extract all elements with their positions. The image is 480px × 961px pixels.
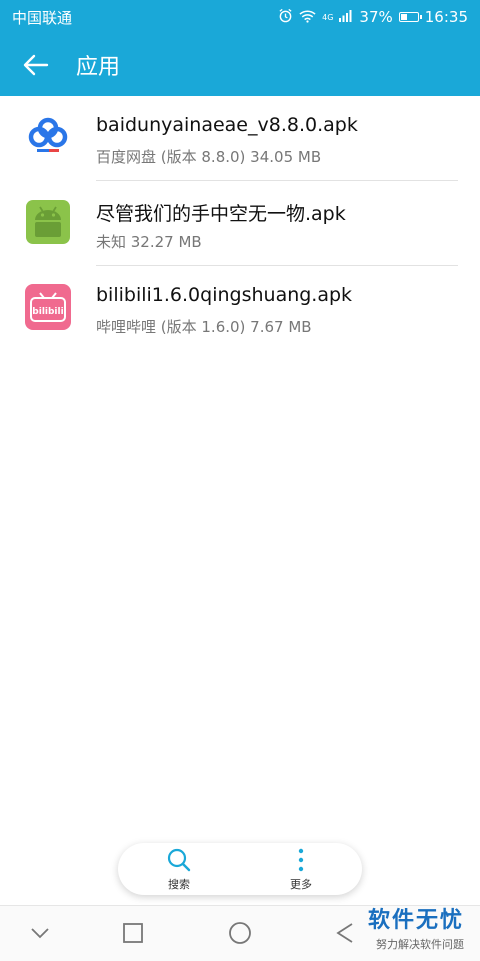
battery-icon: [398, 12, 422, 22]
bottom-action-bar: 搜索 更多: [118, 843, 362, 895]
alarm-icon: [278, 8, 293, 26]
app-bar: 应用: [0, 34, 480, 96]
nav-home-button[interactable]: [225, 918, 255, 948]
page-title: 应用: [76, 55, 121, 80]
more-label: 更多: [290, 877, 312, 891]
nav-recents-button[interactable]: [118, 918, 148, 948]
android-icon: [24, 198, 72, 246]
triangle-back-icon: [336, 923, 353, 943]
file-detail: 未知 32.27 MB: [96, 233, 202, 251]
apk-list: baidunyainaeae_v8.8.0.apk 百度网盘 (版本 8.8.0…: [0, 96, 480, 351]
nav-back-button[interactable]: [330, 918, 360, 948]
watermark-title: 软件无忧: [367, 908, 464, 933]
search-icon: [167, 848, 191, 871]
battery-percent: 37%: [359, 8, 393, 26]
file-detail: 哔哩哔哩 (版本 1.6.0) 7.67 MB: [96, 318, 312, 336]
square-icon: [123, 923, 143, 943]
arrow-left-icon: [23, 54, 49, 76]
file-name: 尽管我们的手中空无一物.apk: [96, 203, 346, 225]
file-name: bilibili1.6.0qingshuang.apk: [96, 284, 353, 306]
carrier-label: 中国联通: [12, 8, 73, 27]
status-bar: 中国联通 4G 37% 16:35: [0, 0, 480, 34]
status-icons: 4G 37% 16:35: [278, 8, 468, 26]
svg-text:bilibili: bilibili: [32, 307, 63, 317]
bilibili-icon: bilibili: [24, 283, 72, 331]
list-item[interactable]: bilibili bilibili1.6.0qingshuang.apk 哔哩哔…: [0, 266, 480, 351]
list-item[interactable]: 尽管我们的手中空无一物.apk 未知 32.27 MB: [0, 181, 480, 266]
search-button[interactable]: 搜索: [134, 847, 224, 892]
watermark-subtitle: 努力解决软件问题: [376, 938, 464, 951]
file-detail: 百度网盘 (版本 8.8.0) 34.05 MB: [96, 148, 322, 166]
clock: 16:35: [424, 8, 468, 26]
search-label: 搜索: [168, 877, 190, 891]
watermark: 软件无忧 努力解决软件问题: [368, 902, 464, 952]
network-type-label: 4G: [322, 12, 334, 22]
chevron-down-icon: [31, 928, 49, 939]
circle-icon: [229, 922, 251, 944]
file-name: baidunyainaeae_v8.8.0.apk: [96, 114, 358, 136]
signal-icon: [339, 9, 353, 25]
more-button[interactable]: 更多: [256, 847, 346, 892]
nav-hide-button[interactable]: [25, 918, 55, 948]
wifi-icon: [299, 9, 316, 26]
more-vertical-icon: [298, 848, 304, 871]
list-item[interactable]: baidunyainaeae_v8.8.0.apk 百度网盘 (版本 8.8.0…: [0, 96, 480, 181]
back-button[interactable]: [0, 34, 72, 96]
baidu-netdisk-icon: [24, 113, 72, 161]
